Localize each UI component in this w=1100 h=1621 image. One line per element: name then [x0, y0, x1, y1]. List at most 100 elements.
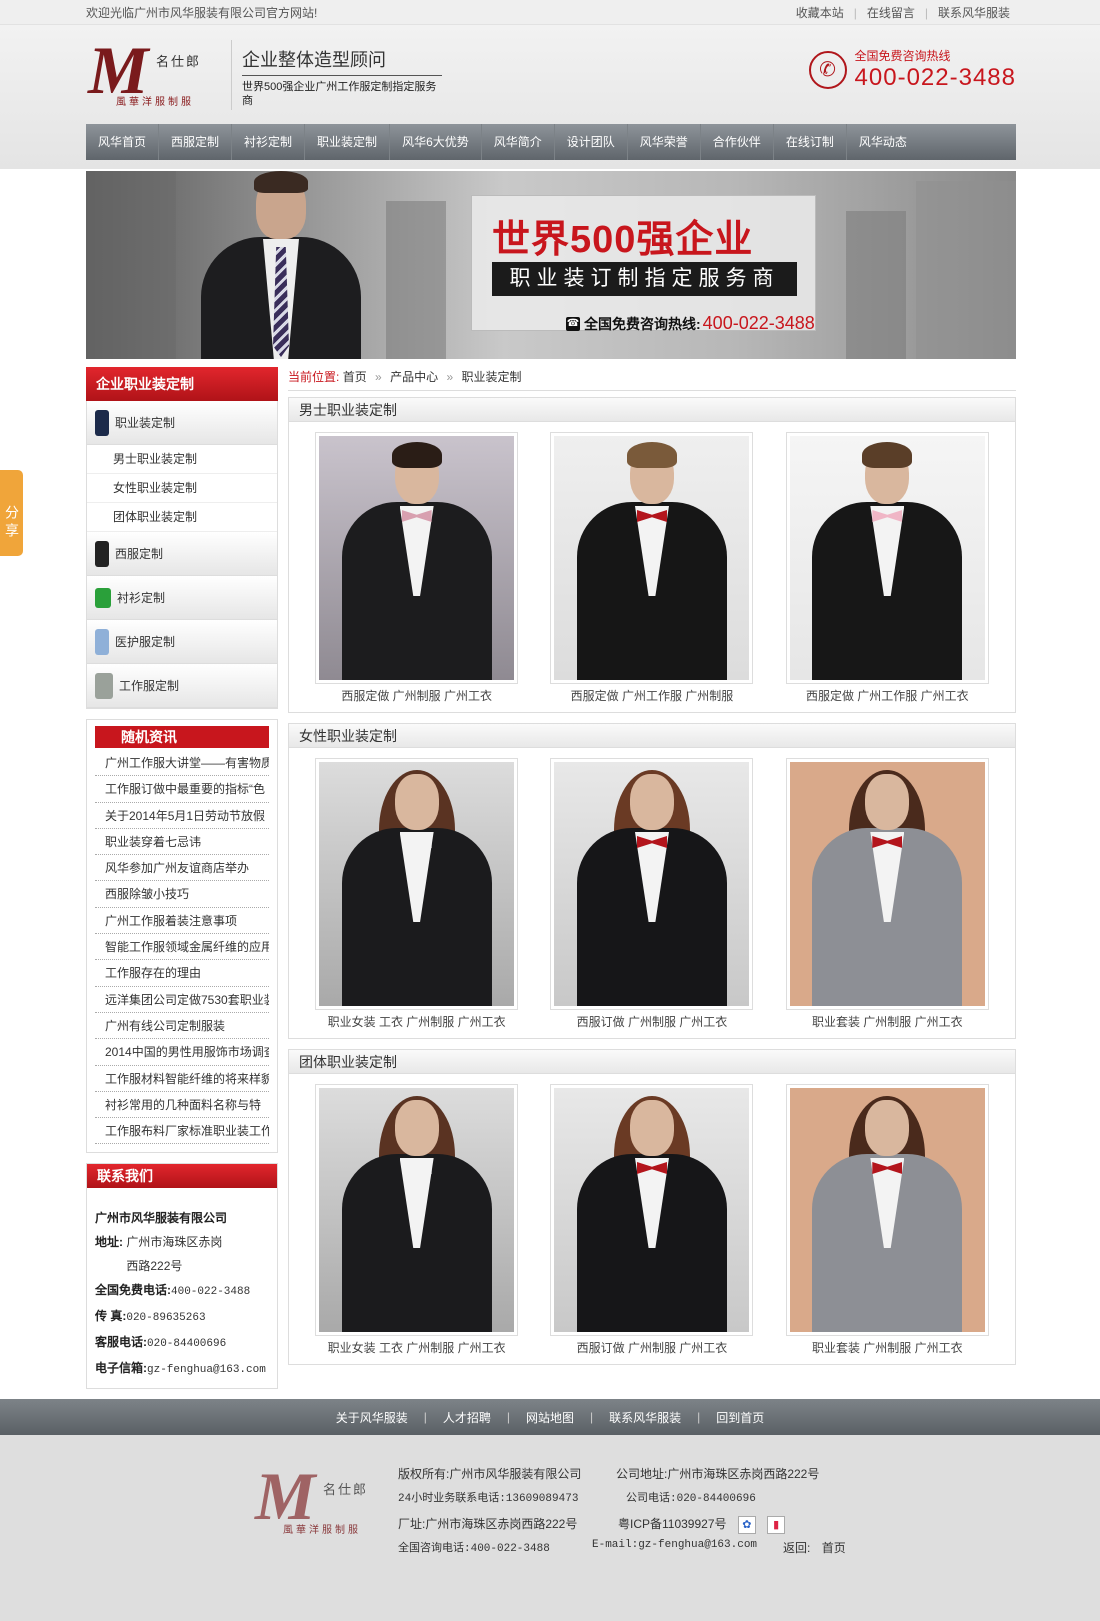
- nav-item[interactable]: 风华动态: [847, 124, 919, 160]
- product-image[interactable]: [789, 1088, 985, 1332]
- banner-model: [201, 171, 361, 359]
- category-item[interactable]: 衬衫定制: [87, 576, 277, 620]
- news-item[interactable]: 工作服订做中最重要的指标“色: [95, 776, 269, 803]
- product-card[interactable]: 西服定做 广州工作服 广州工衣: [785, 432, 989, 704]
- slogan: 企业整体造型顾问 世界500强企业广州工作服定制指定服务商: [231, 39, 442, 110]
- product-caption[interactable]: 职业套装 广州制服 广州工衣: [786, 1013, 989, 1030]
- shirt-icon: [95, 587, 111, 608]
- product-image[interactable]: [554, 436, 750, 680]
- contact-title: 联系我们: [87, 1164, 277, 1189]
- product-image[interactable]: [789, 436, 985, 680]
- product-image[interactable]: [789, 762, 985, 1006]
- news-item[interactable]: 广州工作服大讲堂——有害物质: [95, 750, 269, 777]
- nav-item[interactable]: 衬衫定制: [232, 124, 306, 160]
- nav-item[interactable]: 在线订制: [774, 124, 847, 160]
- category-item[interactable]: 医护服定制: [87, 620, 277, 664]
- product-image[interactable]: [319, 436, 515, 680]
- nav-item[interactable]: 职业装定制: [305, 124, 391, 160]
- product-card[interactable]: 职业女装 工衣 广州制服 广州工衣: [315, 1084, 519, 1356]
- product-image[interactable]: [319, 1088, 515, 1332]
- contact-link[interactable]: 联系风华服装: [938, 4, 1010, 21]
- footer-nav-link[interactable]: 回到首页: [716, 1409, 764, 1426]
- category-item[interactable]: 职业装定制: [87, 401, 277, 445]
- news-item[interactable]: 广州工作服着装注意事项: [95, 908, 269, 935]
- news-item[interactable]: 远洋集团公司定做7530套职业装: [95, 987, 269, 1013]
- category-item[interactable]: 西服定制: [87, 532, 277, 576]
- subcategory-item[interactable]: 团体职业装定制: [87, 503, 277, 532]
- footer-nav-link[interactable]: 网站地图: [526, 1409, 574, 1426]
- product-card[interactable]: 职业套装 广州制服 广州工衣: [785, 758, 989, 1030]
- product-card[interactable]: 职业女装 工衣 广州制服 广州工衣: [315, 758, 519, 1030]
- subcategory-item[interactable]: 男士职业装定制: [87, 445, 277, 474]
- footer-hotline: 全国咨询电话:400-022-3488: [398, 1543, 550, 1556]
- divider: |: [506, 1410, 510, 1425]
- news-item[interactable]: 西服除皱小技巧: [95, 881, 269, 908]
- footer-nav-link[interactable]: 人才招聘: [443, 1409, 491, 1426]
- bookmark-link[interactable]: 收藏本站: [796, 4, 844, 21]
- news-item[interactable]: 风华参加广州友谊商店举办: [95, 855, 269, 882]
- footer-back-home-link[interactable]: 首页: [822, 1541, 846, 1555]
- baidu-paw-icon[interactable]: ✿: [737, 1516, 756, 1535]
- nav-item[interactable]: 风华6大优势: [390, 124, 482, 160]
- product-image[interactable]: [554, 762, 750, 1006]
- product-card[interactable]: 西服定做 广州制服 广州工衣: [315, 432, 519, 704]
- content: 企业职业装定制 职业装定制 男士职业装定制 女性职业装定制 团体职业装定制 西服…: [86, 367, 1016, 1390]
- section-title: 男士职业装定制: [289, 398, 1015, 422]
- product-card[interactable]: 西服定做 广州工作服 广州制服: [550, 432, 754, 704]
- product-card[interactable]: 西服订做 广州制服 广州工衣: [550, 758, 754, 1030]
- banner-hotline-label: 全国免费咨询热线:: [584, 315, 701, 332]
- footer-copyright: 版权所有:广州市风华服装有限公司: [398, 1467, 582, 1482]
- product-caption[interactable]: 职业女装 工衣 广州制服 广州工衣: [315, 1013, 518, 1030]
- news-item[interactable]: 关于2014年5月1日劳动节放假: [95, 803, 269, 829]
- footer-nav-link[interactable]: 联系风华服装: [609, 1409, 681, 1426]
- nav-item[interactable]: 合作伙伴: [701, 124, 774, 160]
- news-item[interactable]: 广州有线公司定制服装: [95, 1013, 269, 1040]
- product-caption[interactable]: 西服定做 广州工作服 广州制服: [550, 687, 753, 704]
- news-item[interactable]: 工作服存在的理由: [95, 960, 269, 987]
- news-item[interactable]: 职业装穿着七忌讳: [95, 829, 269, 856]
- breadcrumb-label: 当前位置:: [288, 370, 340, 384]
- product-card[interactable]: 西服订做 广州制服 广州工衣: [550, 1084, 754, 1356]
- top-strip: 欢迎光临广州市风华服装有限公司官方网站! 收藏本站 | 在线留言 | 联系风华服…: [0, 0, 1100, 25]
- hero-banner[interactable]: 世界500强企业 职业装订制指定服务商 ☎ 全国免费咨询热线: 400-022-…: [86, 171, 1016, 359]
- message-link[interactable]: 在线留言: [867, 4, 915, 21]
- product-image[interactable]: [319, 762, 515, 1006]
- footer-icp[interactable]: 粤ICP备11039927号 ✿ ▮: [618, 1515, 786, 1535]
- news-item[interactable]: 工作服布料厂家标准职业装工作: [95, 1118, 269, 1145]
- product-image[interactable]: [554, 1088, 750, 1332]
- sidebar-title: 企业职业装定制: [86, 367, 278, 401]
- news-item[interactable]: 衬衫常用的几种面料名称与特: [95, 1092, 269, 1119]
- nav-item[interactable]: 风华首页: [86, 124, 160, 160]
- logo[interactable]: M 名仕郎 風華洋服制服: [86, 32, 221, 113]
- product-section: 女性职业装定制 职业女装 工衣 广州制服 广州工衣 西服订做 广州制服 广州工衣 职业…: [288, 723, 1016, 1039]
- breadcrumb-home[interactable]: 首页: [343, 370, 367, 384]
- product-caption[interactable]: 西服订做 广州制服 广州工衣: [550, 1013, 753, 1030]
- footer-email[interactable]: E-mail:gz-fenghua@163.com: [592, 1539, 757, 1551]
- footer-nav-link[interactable]: 关于风华服装: [336, 1409, 408, 1426]
- product-caption[interactable]: 职业女装 工衣 广州制服 广州工衣: [315, 1339, 518, 1356]
- suit-woman-icon: [95, 409, 109, 436]
- category-item[interactable]: 工作服定制: [87, 664, 277, 708]
- banner-panel: 世界500强企业 职业装订制指定服务商: [471, 195, 816, 331]
- news-item[interactable]: 智能工作服领域金属纤维的应用: [95, 934, 269, 961]
- product-caption[interactable]: 西服订做 广州制服 广州工衣: [550, 1339, 753, 1356]
- product-caption[interactable]: 职业套装 广州制服 广州工衣: [786, 1339, 989, 1356]
- subcategory-item[interactable]: 女性职业装定制: [87, 474, 277, 503]
- news-item[interactable]: 2014中国的男性用服饰市场调查: [95, 1039, 269, 1066]
- nav-item[interactable]: 西服定制: [159, 124, 233, 160]
- product-caption[interactable]: 西服定做 广州工作服 广州工衣: [786, 687, 989, 704]
- nav-item[interactable]: 设计团队: [555, 124, 628, 160]
- product-caption[interactable]: 西服定做 广州制服 广州工衣: [315, 687, 518, 704]
- news-item[interactable]: 工作服材料智能纤维的将来样貌: [95, 1066, 269, 1092]
- breadcrumb-current[interactable]: 职业装定制: [461, 370, 521, 384]
- phone-icon: ✆: [808, 50, 847, 89]
- stats-chart-icon[interactable]: ▮: [767, 1516, 786, 1535]
- nav-item[interactable]: 风华简介: [482, 124, 555, 160]
- contact-email[interactable]: 电子信箱:gz-fenghua@163.com: [95, 1356, 269, 1382]
- footer-back-label: 返回:: [783, 1541, 811, 1556]
- nav-item[interactable]: 风华荣誉: [628, 124, 701, 160]
- divider: |: [853, 5, 857, 20]
- share-tab[interactable]: 分享: [0, 470, 23, 556]
- product-card[interactable]: 职业套装 广州制服 广州工衣: [785, 1084, 989, 1356]
- breadcrumb-products[interactable]: 产品中心: [390, 370, 438, 384]
